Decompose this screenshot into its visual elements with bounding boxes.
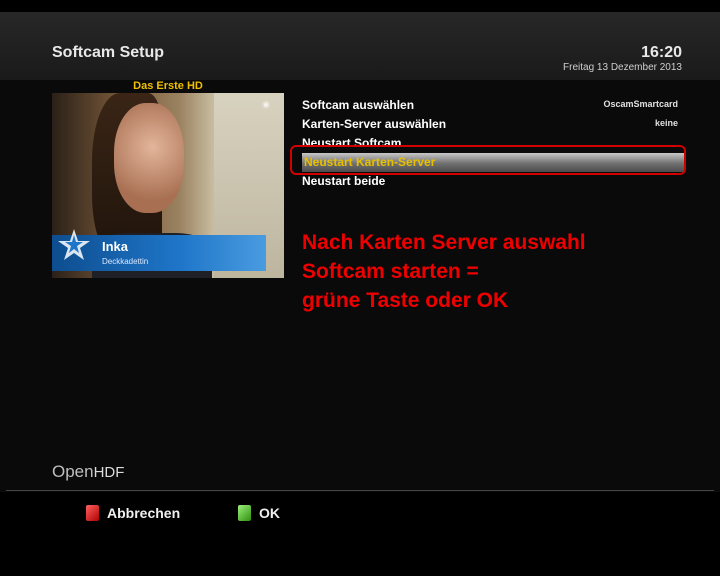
channel-name: Das Erste HD: [133, 80, 203, 92]
menu-item-softcam-select[interactable]: Softcam auswählen OscamSmartcard: [302, 96, 684, 115]
menu-item-value: keine: [654, 118, 678, 128]
menu-item-label: Neustart beide: [302, 174, 386, 188]
softcam-menu: Softcam auswählen OscamSmartcard Karten-…: [302, 96, 684, 191]
clock: 16:20: [641, 44, 682, 61]
channel-logo-icon: ◉: [262, 99, 270, 109]
star-emblem-icon: [58, 229, 90, 260]
menu-item-label: Softcam auswählen: [302, 98, 415, 112]
annotation-text: Nach Karten Server auswahl Softcam start…: [302, 228, 586, 315]
date-display: Freitag 13 Dezember 2013: [563, 62, 682, 73]
annotation-line-1: Nach Karten Server auswahl: [302, 231, 586, 254]
green-key-icon: [238, 505, 251, 521]
footer-divider: [6, 490, 714, 491]
menu-item-cardserver-select[interactable]: Karten-Server auswählen keine: [302, 115, 684, 134]
brand-part-1: Open: [52, 462, 94, 481]
lower-third-name: Inka: [102, 239, 129, 254]
menu-item-value: OscamSmartcard: [603, 99, 678, 109]
menu-item-label: Karten-Server auswählen: [302, 117, 447, 131]
annotation-line-2: Softcam starten =: [302, 260, 479, 283]
brand-logo: OpenHDF: [52, 462, 124, 482]
cancel-button-label: Abbrechen: [107, 505, 181, 521]
page-title: Softcam Setup: [52, 44, 165, 61]
annotation-highlight-box: [290, 145, 686, 175]
ok-button-label: OK: [259, 505, 280, 521]
cancel-button[interactable]: Abbrechen: [86, 503, 180, 523]
annotation-line-3: grüne Taste oder OK: [302, 289, 509, 312]
tv-preview: ◉ Inka Deckkadettin: [52, 93, 284, 278]
ok-button[interactable]: OK: [238, 503, 280, 523]
brand-part-2: HDF: [93, 464, 125, 481]
red-key-icon: [86, 505, 99, 521]
lower-third-role: Deckkadettin: [102, 257, 149, 266]
